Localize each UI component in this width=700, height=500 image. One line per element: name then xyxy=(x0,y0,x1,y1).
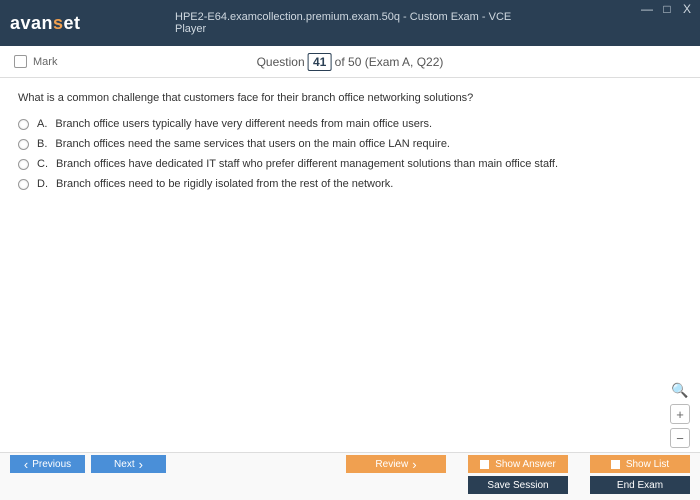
side-controls: 🔍 + − xyxy=(670,380,690,448)
option-letter: B. xyxy=(37,138,47,150)
radio-icon[interactable] xyxy=(18,119,29,130)
option-c[interactable]: C. Branch offices have dedicated IT staf… xyxy=(18,158,682,170)
window-title: HPE2-E64.examcollection.premium.exam.50q… xyxy=(175,11,525,35)
logo-text-post: et xyxy=(64,13,81,33)
question-header: Mark Question 41 of 50 (Exam A, Q22) xyxy=(0,46,700,78)
mark-label: Mark xyxy=(33,56,57,68)
zoom-out-button[interactable]: − xyxy=(670,428,690,448)
option-letter: C. xyxy=(37,158,48,170)
option-d[interactable]: D. Branch offices need to be rigidly iso… xyxy=(18,178,682,190)
next-button[interactable]: Next xyxy=(91,455,166,473)
question-counter: Question 41 of 50 (Exam A, Q22) xyxy=(257,55,444,69)
content-area: What is a common challenge that customer… xyxy=(0,78,700,212)
logo-text-pre: avan xyxy=(10,13,53,33)
previous-button[interactable]: Previous xyxy=(10,455,85,473)
show-list-button[interactable]: Show List xyxy=(590,455,690,473)
show-answer-button[interactable]: Show Answer xyxy=(468,455,568,473)
question-total-text: of 50 (Exam A, Q22) xyxy=(335,55,444,69)
question-text: What is a common challenge that customer… xyxy=(18,92,682,104)
zoom-icon[interactable]: 🔍 xyxy=(670,380,690,400)
radio-icon[interactable] xyxy=(18,159,29,170)
footer: Previous Next Review Show Answer Show Li… xyxy=(0,452,700,500)
radio-icon[interactable] xyxy=(18,139,29,150)
review-button[interactable]: Review xyxy=(346,455,446,473)
option-a[interactable]: A. Branch office users typically have ve… xyxy=(18,118,682,130)
zoom-in-button[interactable]: + xyxy=(670,404,690,424)
maximize-button[interactable]: □ xyxy=(660,2,674,16)
option-text: Branch offices have dedicated IT staff w… xyxy=(56,158,558,170)
option-letter: D. xyxy=(37,178,48,190)
save-session-button[interactable]: Save Session xyxy=(468,476,568,494)
question-label: Question xyxy=(257,55,305,69)
mark-checkbox[interactable] xyxy=(14,55,27,68)
option-text: Branch offices need to be rigidly isolat… xyxy=(56,178,393,190)
radio-icon[interactable] xyxy=(18,179,29,190)
option-letter: A. xyxy=(37,118,47,130)
option-text: Branch office users typically have very … xyxy=(55,118,432,130)
question-current-number: 41 xyxy=(308,53,331,71)
window-controls: — □ X xyxy=(640,2,694,16)
option-b[interactable]: B. Branch offices need the same services… xyxy=(18,138,682,150)
app-logo: avanset xyxy=(10,13,81,34)
option-text: Branch offices need the same services th… xyxy=(55,138,450,150)
logo-text-mid: s xyxy=(53,13,64,33)
titlebar: avanset HPE2-E64.examcollection.premium.… xyxy=(0,0,700,46)
close-button[interactable]: X xyxy=(680,2,694,16)
minimize-button[interactable]: — xyxy=(640,2,654,16)
end-exam-button[interactable]: End Exam xyxy=(590,476,690,494)
